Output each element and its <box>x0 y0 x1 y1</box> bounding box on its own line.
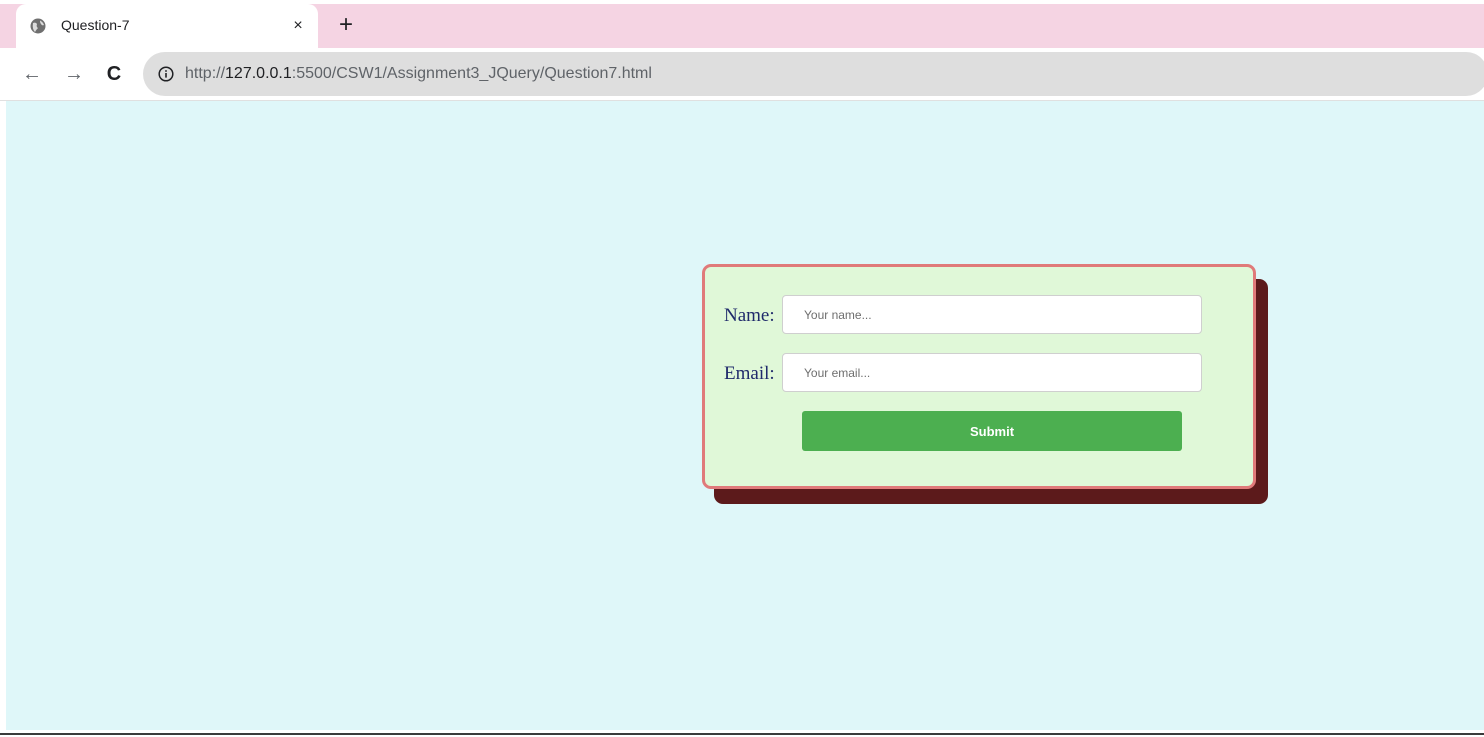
email-input[interactable] <box>782 353 1202 392</box>
browser-tab[interactable]: Question-7 × <box>16 4 318 48</box>
browser-toolbar: ← → C http://127.0.0.1:5500/CSW1/Assignm… <box>0 48 1484 101</box>
tab-close-icon[interactable]: × <box>288 16 308 36</box>
reload-icon[interactable]: C <box>102 62 126 86</box>
tab-strip: Question-7 × + <box>0 4 1484 48</box>
email-label: Email: <box>724 363 775 384</box>
address-bar[interactable]: http://127.0.0.1:5500/CSW1/Assignment3_J… <box>143 52 1484 96</box>
forward-arrow-icon[interactable]: → <box>62 62 86 86</box>
page-viewport: Name: Email: Submit <box>6 101 1484 730</box>
url-text[interactable]: http://127.0.0.1:5500/CSW1/Assignment3_J… <box>185 65 652 83</box>
info-icon[interactable] <box>158 66 174 82</box>
name-label: Name: <box>724 305 775 326</box>
tab-title: Question-7 <box>61 17 130 33</box>
globe-icon <box>30 18 46 34</box>
url-host: 127.0.0.1 <box>225 65 292 82</box>
browser-window: Question-7 × + ← → C http://127.0.0.1:55… <box>0 0 1484 737</box>
url-path: :5500/CSW1/Assignment3_JQuery/Question7.… <box>291 65 652 82</box>
url-prefix: http:// <box>185 65 226 82</box>
new-tab-button[interactable]: + <box>334 13 358 38</box>
back-arrow-icon[interactable]: ← <box>20 62 44 86</box>
submit-button[interactable]: Submit <box>802 411 1182 451</box>
name-input[interactable] <box>782 295 1202 334</box>
window-bottom-border <box>0 733 1484 735</box>
form-card: Name: Email: Submit <box>702 264 1256 489</box>
